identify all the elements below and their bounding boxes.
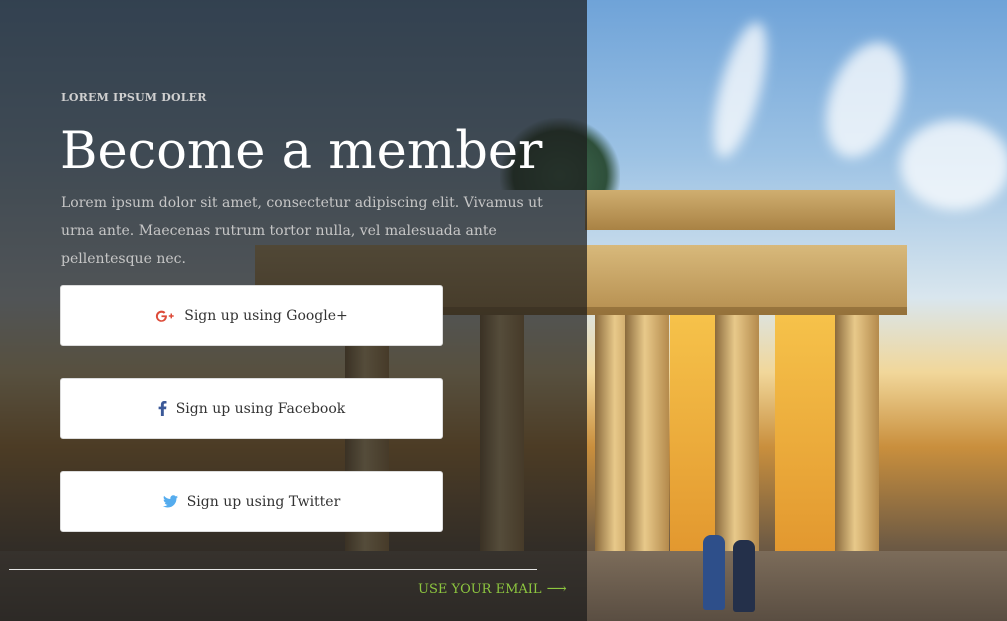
signup-facebook-button[interactable]: Sign up using Facebook	[60, 378, 443, 439]
signup-panel: LOREM IPSUM DOLER Become a member Lorem …	[0, 0, 587, 621]
page-title: Become a member	[60, 122, 543, 181]
description-text: Lorem ipsum dolor sit amet, consectetur …	[61, 195, 543, 267]
signup-google-button[interactable]: Sign up using Google+	[60, 285, 443, 346]
arrow-right-icon: ⟶	[546, 581, 567, 597]
signup-twitter-button[interactable]: Sign up using Twitter	[60, 471, 443, 532]
eyebrow-label: LOREM IPSUM DOLER	[61, 91, 207, 104]
facebook-icon	[158, 401, 167, 416]
twitter-icon	[162, 495, 178, 508]
signup-twitter-label: Sign up using Twitter	[186, 493, 341, 510]
use-email-label: USE YOUR EMAIL	[418, 581, 542, 597]
signup-google-label: Sign up using Google+	[184, 307, 348, 324]
divider-line	[9, 569, 537, 570]
google-plus-icon	[155, 309, 175, 323]
use-email-link[interactable]: USE YOUR EMAIL ⟶	[418, 581, 567, 597]
signup-facebook-label: Sign up using Facebook	[175, 400, 346, 417]
